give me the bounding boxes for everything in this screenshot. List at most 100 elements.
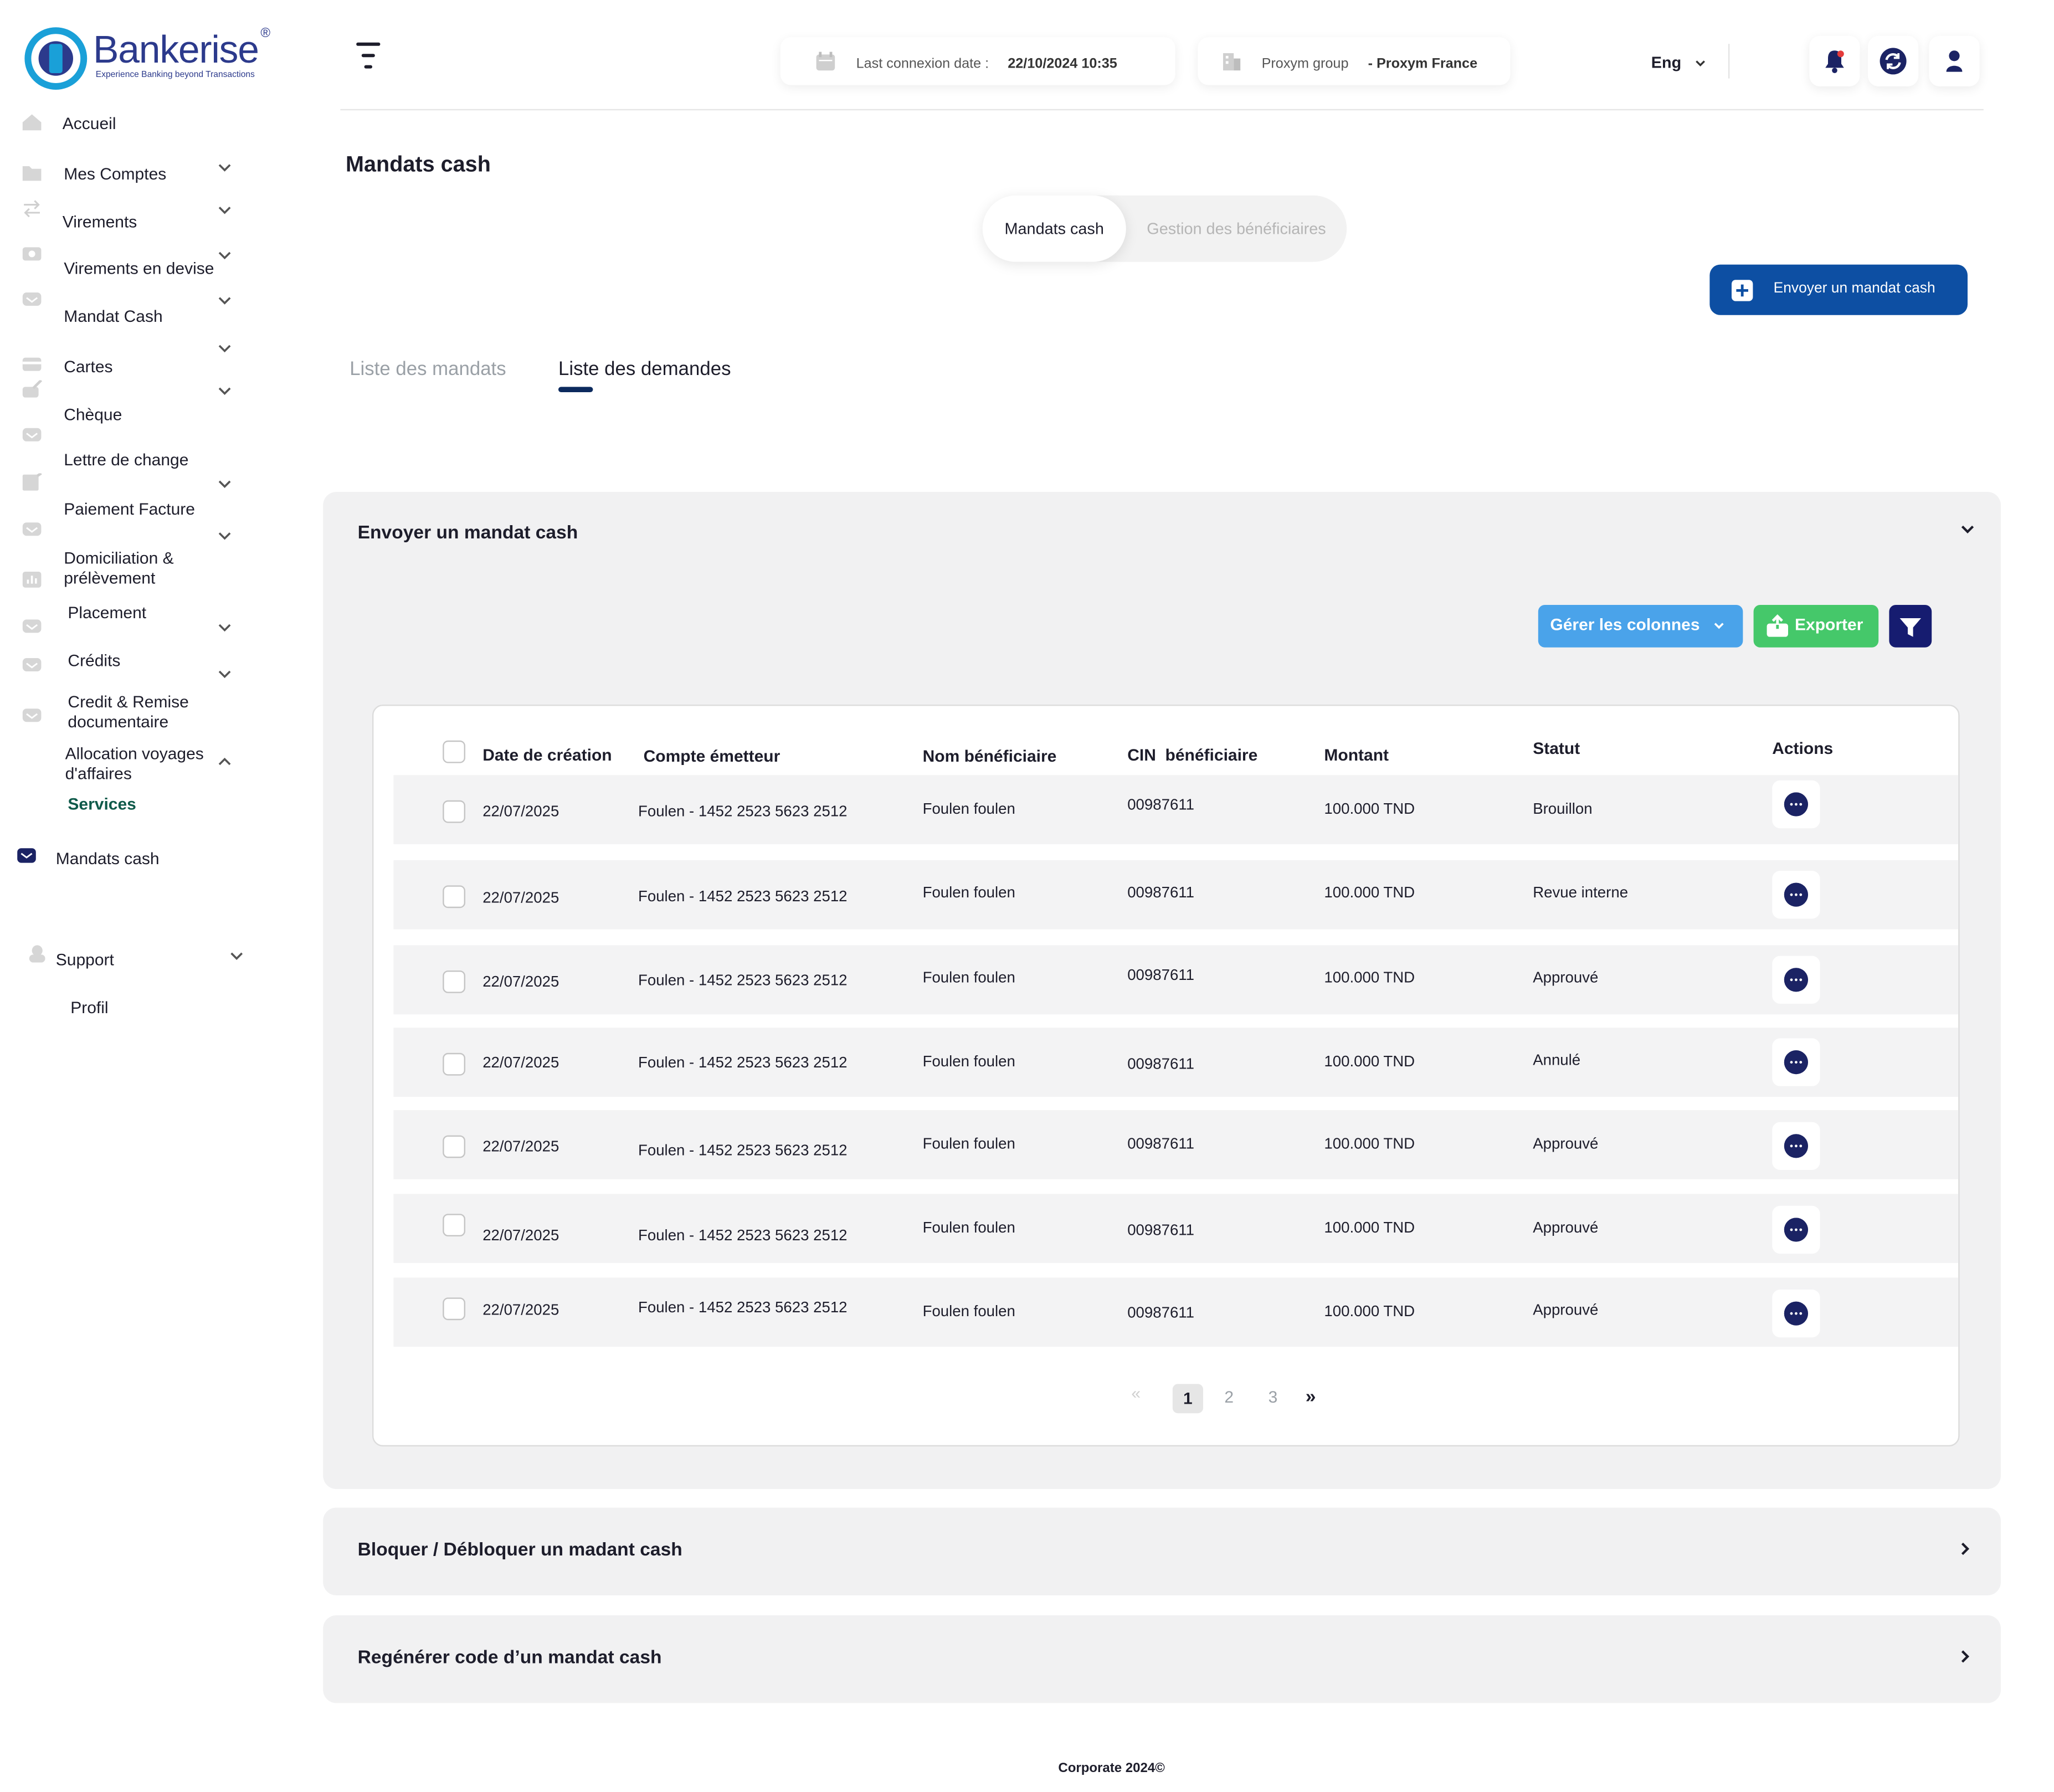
sidebar-item-profil[interactable]: Profil bbox=[70, 998, 108, 1018]
segment-mandats-cash[interactable]: Mandats cash bbox=[982, 195, 1126, 262]
pagination-page-3[interactable]: 3 bbox=[1269, 1388, 1278, 1407]
sidebar-item-mes-comptes[interactable]: Mes Comptes bbox=[0, 157, 292, 191]
cell-account: Foulen - 1452 2523 5623 2512 bbox=[638, 1228, 848, 1245]
sidebar-item-support[interactable]: Support bbox=[0, 941, 292, 978]
brand-registered: ® bbox=[260, 27, 271, 42]
transfer-icon bbox=[24, 200, 40, 218]
page-title: Mandats cash bbox=[346, 153, 491, 177]
manage-columns-button[interactable]: Gérer les colonnes bbox=[1538, 605, 1743, 648]
table-row: 22/07/2025 Foulen - 1452 2523 5623 2512 … bbox=[393, 1110, 1959, 1179]
row-checkbox[interactable] bbox=[443, 1214, 466, 1236]
sidebar-item-services[interactable]: Services bbox=[68, 795, 136, 814]
calendar-icon bbox=[816, 52, 835, 71]
sidebar-item-accueil[interactable]: Accueil bbox=[0, 106, 292, 141]
column-header-status[interactable]: Statut bbox=[1533, 739, 1580, 758]
sidebar-item-virements[interactable]: Virements bbox=[0, 199, 292, 234]
row-checkbox[interactable] bbox=[443, 1052, 466, 1076]
panel-bloquer-mandat[interactable]: Bloquer / Débloquer un madant cash bbox=[323, 1507, 2001, 1595]
bankerise-logo-icon bbox=[24, 27, 88, 90]
sidebar-item-lettre-change[interactable]: Lettre de change bbox=[0, 423, 292, 470]
row-actions-button[interactable] bbox=[1772, 1290, 1820, 1338]
row-checkbox[interactable] bbox=[443, 1297, 466, 1321]
cell-amount: 100.000 TND bbox=[1324, 885, 1415, 902]
cell-date: 22/07/2025 bbox=[482, 974, 559, 991]
brand-logo[interactable]: Bankerise ® Experience Banking beyond Tr… bbox=[24, 27, 290, 90]
panel-envoyer-title[interactable]: Envoyer un mandat cash bbox=[358, 521, 578, 542]
mail-icon bbox=[22, 708, 42, 722]
sidebar-item-allocation-voyages[interactable]: Allocation voyages d'affaires bbox=[0, 705, 292, 787]
chevron-down-icon bbox=[1696, 60, 1705, 66]
row-actions-button[interactable] bbox=[1772, 780, 1820, 829]
brand-tagline: Experience Banking beyond Transactions bbox=[95, 70, 255, 80]
column-header-account[interactable]: Compte émetteur bbox=[644, 747, 780, 766]
mail-icon bbox=[22, 292, 42, 306]
cell-cin: 00987611 bbox=[1127, 1305, 1194, 1322]
cell-name: Foulen foulen bbox=[922, 802, 1015, 818]
panel-regenerer-code[interactable]: Regénérer code d’un mandat cash bbox=[323, 1615, 2001, 1703]
select-all-checkbox[interactable] bbox=[443, 740, 466, 763]
column-header-amount[interactable]: Montant bbox=[1324, 746, 1389, 764]
cell-name: Foulen foulen bbox=[922, 1304, 1015, 1321]
send-mandat-button[interactable]: Envoyer un mandat cash bbox=[1709, 264, 1968, 315]
row-checkbox[interactable] bbox=[443, 971, 466, 993]
manage-columns-label: Gérer les colonnes bbox=[1550, 615, 1700, 634]
row-checkbox[interactable] bbox=[443, 885, 466, 908]
row-actions-button[interactable] bbox=[1772, 956, 1820, 1004]
segment-gestion-beneficiaires[interactable]: Gestion des bénéficiaires bbox=[1126, 196, 1347, 262]
bell-icon bbox=[1825, 50, 1844, 73]
row-actions-button[interactable] bbox=[1772, 1205, 1820, 1254]
table-row: 22/07/2025 Foulen - 1452 2523 5623 2512 … bbox=[393, 1028, 1959, 1097]
sidebar-item-virements-devise[interactable]: Virements en devise bbox=[0, 242, 292, 282]
sidebar-item-mandat-cash[interactable]: Mandat Cash bbox=[0, 287, 292, 327]
chevron-right-icon bbox=[1961, 1542, 1970, 1555]
tab-liste-demandes[interactable]: Liste des demandes bbox=[558, 359, 731, 380]
sync-icon bbox=[1880, 48, 1907, 75]
footer-copyright: Corporate 2024© bbox=[1058, 1762, 1165, 1776]
column-header-name[interactable]: Nom bénéficiaire bbox=[923, 747, 1057, 766]
user-icon bbox=[1946, 50, 1963, 72]
sidebar-item-cheque[interactable]: Chèque bbox=[0, 380, 292, 425]
cheque-icon bbox=[22, 380, 43, 398]
chevron-down-icon bbox=[218, 164, 231, 172]
cell-account: Foulen - 1452 2523 5623 2512 bbox=[638, 973, 848, 989]
column-header-date[interactable]: Date de création bbox=[482, 746, 612, 764]
pagination-prev[interactable]: « bbox=[1131, 1384, 1141, 1403]
row-actions-button[interactable] bbox=[1772, 871, 1820, 919]
header-divider bbox=[1728, 44, 1730, 79]
building-icon bbox=[1223, 53, 1241, 71]
more-options-icon bbox=[1784, 968, 1809, 992]
notifications-button[interactable] bbox=[1809, 35, 1860, 86]
row-checkbox[interactable] bbox=[443, 800, 466, 823]
brand-name: Bankerise bbox=[93, 29, 259, 72]
pagination-page-2[interactable]: 2 bbox=[1224, 1388, 1234, 1407]
mail-icon bbox=[22, 428, 42, 441]
filter-button[interactable] bbox=[1889, 605, 1932, 648]
sidebar-item-paiement-facture[interactable]: Paiement Facture bbox=[0, 471, 292, 518]
chevron-down-icon[interactable] bbox=[1960, 521, 1976, 537]
group-card: Proxym group - Proxym France bbox=[1198, 37, 1511, 85]
table-row: 22/07/2025 Foulen - 1452 2523 5623 2512 … bbox=[393, 775, 1959, 844]
column-header-cin[interactable]: CIN bénéficiaire bbox=[1127, 746, 1257, 764]
pagination-next[interactable]: » bbox=[1306, 1385, 1316, 1406]
export-button[interactable]: Exporter bbox=[1753, 605, 1879, 648]
last-connexion-label: Last connexion date : bbox=[856, 55, 989, 72]
tab-liste-mandats[interactable]: Liste des mandats bbox=[350, 359, 506, 380]
cell-date: 22/07/2025 bbox=[482, 1228, 559, 1245]
sidebar-item-mandats-cash-active[interactable]: Mandats cash bbox=[0, 840, 292, 875]
menu-icon[interactable] bbox=[353, 40, 383, 72]
profile-button[interactable] bbox=[1929, 35, 1980, 86]
cell-name: Foulen foulen bbox=[922, 1054, 1015, 1071]
header-divider-line bbox=[340, 109, 1984, 111]
cell-cin: 00987611 bbox=[1127, 968, 1194, 984]
row-actions-button[interactable] bbox=[1772, 1038, 1820, 1086]
pagination-page-1[interactable]: 1 bbox=[1172, 1384, 1203, 1414]
sync-button[interactable] bbox=[1868, 35, 1919, 86]
mail-icon bbox=[17, 848, 36, 863]
row-checkbox[interactable] bbox=[443, 1135, 466, 1158]
row-actions-button[interactable] bbox=[1772, 1122, 1820, 1170]
cell-name: Foulen foulen bbox=[922, 885, 1015, 902]
language-selector[interactable]: Eng bbox=[1651, 48, 1715, 77]
sidebar-item-cartes[interactable]: Cartes bbox=[0, 338, 292, 378]
cell-cin: 00987611 bbox=[1127, 1137, 1194, 1153]
panel-regenerer-title: Regénérer code d’un mandat cash bbox=[357, 1646, 662, 1667]
